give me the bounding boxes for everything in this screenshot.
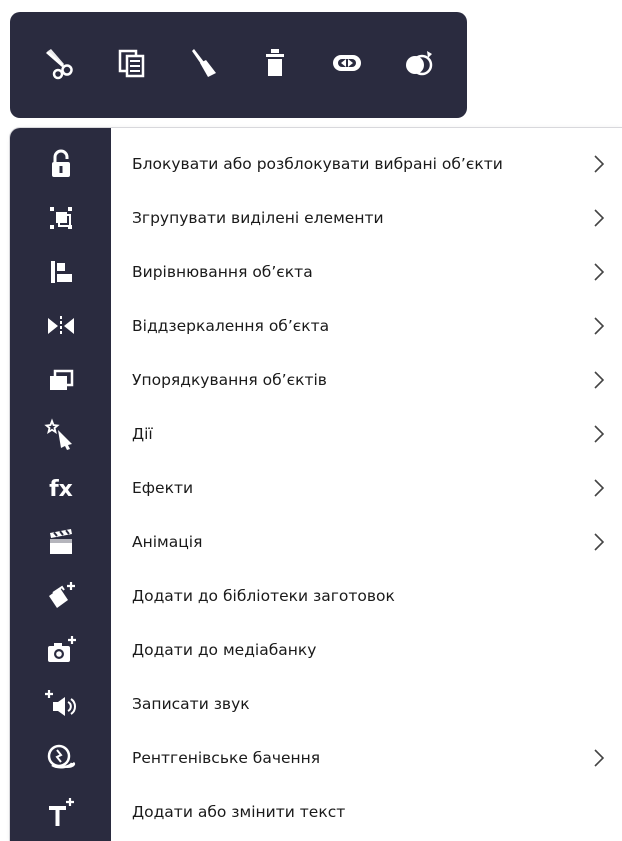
context-menu: Блокувати або розблокувати вибрані об’єк… — [10, 128, 622, 841]
menu-item-add-to-media[interactable]: Додати до медіабанку — [10, 623, 622, 677]
copy-icon — [114, 45, 150, 85]
menu-item-label: Записати звук — [132, 695, 250, 713]
quick-toolbar — [10, 12, 467, 118]
chevron-right-icon — [594, 155, 604, 173]
clone-icon — [401, 45, 437, 85]
chevron-right-icon — [594, 479, 604, 497]
cut-button[interactable] — [36, 41, 84, 89]
magic-cursor-icon — [10, 407, 111, 461]
menu-items: Блокувати або розблокувати вибрані об’єк… — [10, 137, 622, 839]
menu-item-xray[interactable]: Рентгенівське бачення — [10, 731, 622, 785]
clapperboard-icon — [10, 515, 111, 569]
mirror-icon — [10, 299, 111, 353]
menu-item-record-sound[interactable]: Записати звук — [10, 677, 622, 731]
menu-item-align[interactable]: Вирівнювання об’єкта — [10, 245, 622, 299]
svg-text:fx: fx — [49, 477, 73, 502]
record-sound-icon — [10, 677, 111, 731]
menu-item-label: Вирівнювання об’єкта — [132, 263, 313, 281]
clone-button[interactable] — [395, 41, 443, 89]
chevron-right-icon — [594, 317, 604, 335]
chevron-right-icon — [594, 425, 604, 443]
chevron-right-icon — [594, 371, 604, 389]
menu-item-label: Додати до медіабанку — [132, 641, 317, 659]
add-to-library-icon — [10, 569, 111, 623]
menu-item-animation[interactable]: Анімація — [10, 515, 622, 569]
menu-item-label: Додати до бібліотеки заготовок — [132, 587, 395, 605]
link-icon — [329, 45, 365, 85]
menu-item-label: Додати або змінити текст — [132, 803, 346, 821]
xray-icon — [10, 731, 111, 785]
scissors-icon — [42, 45, 78, 85]
fx-icon: fx — [10, 461, 111, 515]
arrange-icon — [10, 353, 111, 407]
menu-item-label: Анімація — [132, 533, 203, 551]
link-button[interactable] — [323, 41, 371, 89]
menu-item-effects[interactable]: fx Ефекти — [10, 461, 622, 515]
add-text-icon — [10, 785, 111, 839]
menu-item-add-to-library[interactable]: Додати до бібліотеки заготовок — [10, 569, 622, 623]
menu-item-label: Упорядкування об’єктів — [132, 371, 327, 389]
trash-icon — [257, 45, 293, 85]
menu-item-label: Дії — [132, 425, 153, 443]
menu-item-label: Віддзеркалення об’єкта — [132, 317, 330, 335]
lock-icon — [10, 137, 111, 191]
align-icon — [10, 245, 111, 299]
menu-item-arrange[interactable]: Упорядкування об’єктів — [10, 353, 622, 407]
brush-icon — [186, 45, 222, 85]
menu-item-group[interactable]: Згрупувати виділені елементи — [10, 191, 622, 245]
group-icon — [10, 191, 111, 245]
copy-button[interactable] — [108, 41, 156, 89]
chevron-right-icon — [594, 263, 604, 281]
menu-item-actions[interactable]: Дії — [10, 407, 622, 461]
menu-item-label: Блокувати або розблокувати вибрані об’єк… — [132, 155, 503, 173]
camera-add-icon — [10, 623, 111, 677]
chevron-right-icon — [594, 749, 604, 767]
menu-item-lock[interactable]: Блокувати або розблокувати вибрані об’єк… — [10, 137, 622, 191]
chevron-right-icon — [594, 209, 604, 227]
menu-item-mirror[interactable]: Віддзеркалення об’єкта — [10, 299, 622, 353]
menu-item-label: Ефекти — [132, 479, 194, 497]
menu-item-add-text[interactable]: Додати або змінити текст — [10, 785, 622, 839]
format-painter-button[interactable] — [180, 41, 228, 89]
delete-button[interactable] — [251, 41, 299, 89]
menu-item-label: Згрупувати виділені елементи — [132, 209, 384, 227]
menu-item-label: Рентгенівське бачення — [132, 749, 321, 767]
chevron-right-icon — [594, 533, 604, 551]
